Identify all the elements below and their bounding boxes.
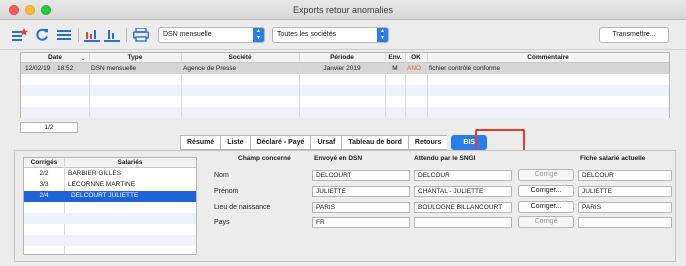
tab-tableau-de-bord[interactable]: Tableau de bord <box>341 135 408 150</box>
corriger-lieu-button[interactable]: Corriger... <box>518 201 574 213</box>
window-title: Exports retour anomalies <box>292 5 394 15</box>
column-divider <box>181 53 182 117</box>
exports-table[interactable]: Date ⌄ Type Société Période Env. OK Comm… <box>20 52 670 118</box>
tab-declare-paye[interactable]: Déclaré - Payé <box>249 135 311 150</box>
column-divider <box>299 53 300 117</box>
col-type-header[interactable]: Type <box>89 54 181 61</box>
fiche-nom-field[interactable]: DELCOUR <box>578 170 672 181</box>
column-divider <box>405 53 406 117</box>
tab-retours[interactable]: Retours <box>407 135 448 150</box>
list-item[interactable]: 3/3 LECORNNE MARTINE <box>24 180 196 191</box>
col-fiche-header: Fiche salarié actuelle <box>580 155 646 162</box>
dsn-type-select[interactable]: DSN mensuelle ▴ ▾ <box>158 27 265 43</box>
col-ok-header[interactable]: OK <box>405 54 427 61</box>
col-commentaire-header[interactable]: Commentaire <box>427 54 669 61</box>
exports-window: Exports retour anomalies DSN mensuelle ▴… <box>0 0 686 266</box>
col-attendu-header: Attendu par le SNGI <box>414 155 476 162</box>
societe-select[interactable]: Toutes les sociétés ▴ ▾ <box>272 27 389 43</box>
list-item-name: BARBIER GILLES <box>68 170 122 177</box>
col-champ-header: Champ concerné <box>238 155 291 162</box>
fiche-prenom-field[interactable]: JULIETTE <box>578 186 672 197</box>
list-item-corriges: 2/4 <box>39 192 49 199</box>
column-divider <box>427 53 428 117</box>
cell-date: 12/02/19 <box>25 65 51 72</box>
salaries-list-header: Corrigés Salariés <box>24 158 196 168</box>
toolbar-separator <box>78 28 79 42</box>
list-item[interactable] <box>24 235 196 246</box>
attendu-pays-field[interactable] <box>414 217 512 228</box>
table-row[interactable] <box>21 85 669 96</box>
list-item-name: DELCOURT JULIETTE <box>71 192 139 199</box>
list-item-corriges: 2/2 <box>39 170 49 177</box>
list-item-corriges: 3/3 <box>39 181 49 188</box>
dsn-type-select-value: DSN mensuelle <box>163 31 212 38</box>
col-env-header[interactable]: Env. <box>385 54 405 61</box>
col-envoye-header: Envoyé en DSN <box>314 155 363 162</box>
cell-time: 18:52 <box>57 65 74 72</box>
field-label-prenom: Prénom <box>214 188 239 195</box>
tab-ursaf[interactable]: Ursaf <box>310 135 342 150</box>
list-item-name: LECORNNE MARTINE <box>68 181 136 188</box>
corrige-pays-button[interactable]: Corrigé <box>518 216 574 228</box>
fiche-lieu-field[interactable]: PARIS <box>578 202 672 213</box>
tab-resume[interactable]: Résumé <box>180 135 221 150</box>
chevron-updown-icon: ▴ ▾ <box>253 28 264 42</box>
cell-env: M <box>392 65 398 72</box>
new-star-icon[interactable] <box>12 27 28 43</box>
tab-bar: Résumé Liste Déclaré - Payé Ursaf Tablea… <box>180 135 488 150</box>
salaries-list[interactable]: Corrigés Salariés 2/2 BARBIER GILLES 3/3… <box>23 157 197 255</box>
field-label-lieu-naissance: Lieu de naissance <box>214 204 271 211</box>
tab-liste[interactable]: Liste <box>220 135 250 150</box>
column-divider <box>385 53 386 117</box>
cell-periode: Janvier 2019 <box>323 65 361 72</box>
col-corriges-header[interactable]: Corrigés <box>24 159 64 166</box>
cell-societe: Agence de Presse <box>183 65 237 72</box>
print-icon[interactable] <box>133 27 149 43</box>
sort-desc-icon[interactable] <box>84 27 100 43</box>
chevron-updown-icon: ▴ ▾ <box>377 28 388 42</box>
envoye-lieu-field[interactable]: PARIS <box>312 202 410 213</box>
list-item[interactable]: 2/4 DELCOURT JULIETTE <box>24 191 196 202</box>
list-icon[interactable] <box>56 27 72 43</box>
title-bar: Exports retour anomalies <box>0 0 686 20</box>
envoye-pays-field[interactable]: FR <box>312 217 410 228</box>
attendu-lieu-field[interactable]: BOULOGNE BILLANCOURT <box>414 202 512 213</box>
fiche-pays-field[interactable] <box>578 217 672 228</box>
envoye-prenom-field[interactable]: JULIETTE <box>312 186 410 197</box>
envoye-nom-field[interactable]: DELCOURT <box>312 170 410 181</box>
column-divider <box>89 53 90 117</box>
cell-ok: ANO <box>407 65 422 72</box>
cell-type: DSN mensuelle <box>91 65 137 72</box>
list-item[interactable] <box>24 213 196 224</box>
cell-commentaire: fichier contrôlé conforme <box>429 65 501 72</box>
societe-select-value: Toutes les sociétés <box>277 31 337 38</box>
corrige-nom-button[interactable]: Corrigé <box>518 169 574 181</box>
list-item[interactable]: 2/2 BARBIER GILLES <box>24 169 196 180</box>
transmettre-button[interactable]: Transmettre... <box>599 27 669 43</box>
toolbar: DSN mensuelle ▴ ▾ Toutes les sociétés ▴ ▾ … <box>0 20 686 50</box>
col-salaries-header[interactable]: Salariés <box>64 159 196 166</box>
refresh-icon[interactable] <box>34 27 50 43</box>
col-societe-header[interactable]: Société <box>181 54 299 61</box>
sort-asc-icon[interactable] <box>104 27 120 43</box>
corriger-prenom-button[interactable]: Corriger... <box>518 185 574 197</box>
col-periode-header[interactable]: Période <box>299 54 385 61</box>
toolbar-separator <box>126 28 127 42</box>
attendu-prenom-field[interactable]: CHANTAL - JULIETTE <box>414 186 512 197</box>
attendu-nom-field[interactable]: DELCOUR <box>414 170 512 181</box>
field-label-pays: Pays <box>214 219 230 226</box>
field-label-nom: Nom <box>214 172 229 179</box>
table-row[interactable] <box>21 107 669 118</box>
chevron-down-icon: ⌄ <box>80 55 86 62</box>
page-indicator: 1/2 <box>20 122 78 133</box>
exports-table-header: Date ⌄ Type Société Période Env. OK Comm… <box>21 53 669 63</box>
